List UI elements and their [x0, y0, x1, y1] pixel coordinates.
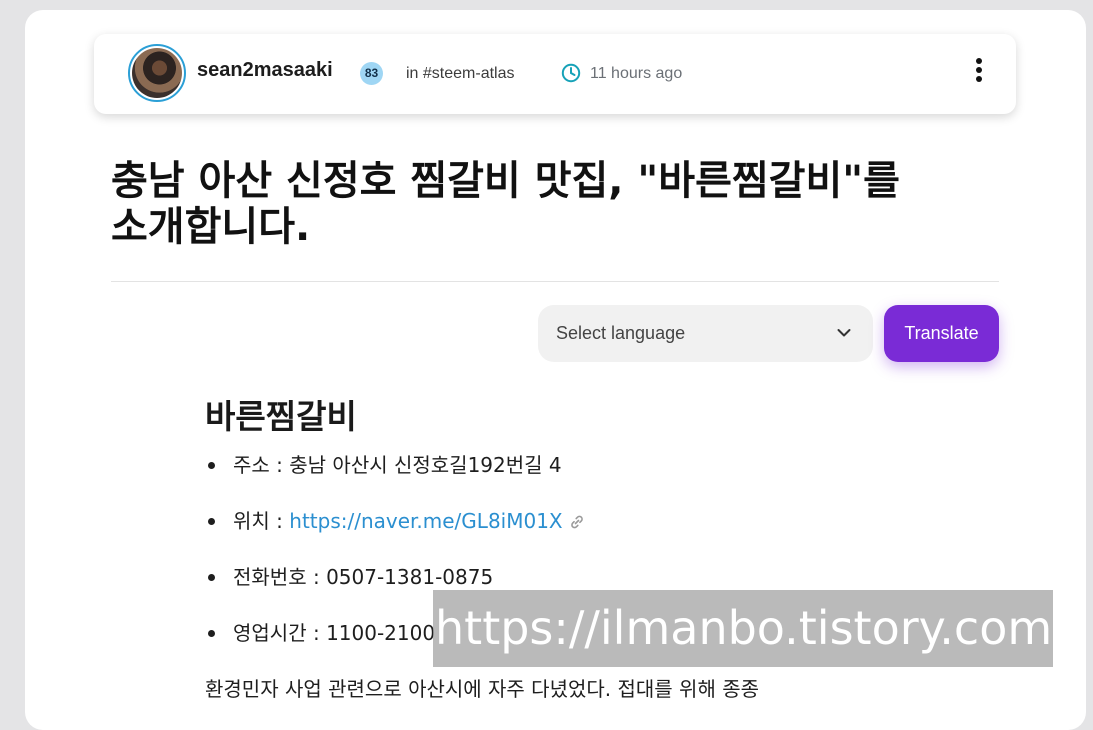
reputation-badge: 83 [360, 62, 383, 85]
translate-button[interactable]: Translate [884, 305, 999, 362]
content-heading: 바른찜갈비 [205, 397, 357, 436]
link-icon [570, 515, 583, 529]
bullet [208, 574, 215, 581]
author-bar: sean2masaaki 83 in #steem-atlas 11 hours… [94, 34, 1016, 114]
language-select[interactable]: Select language [538, 305, 873, 362]
item-label: 영업시간 : [233, 621, 327, 645]
item-label: 주소 : [233, 453, 290, 477]
title-divider [111, 281, 999, 282]
watermark-overlay: https://ilmanbo.tistory.com [433, 590, 1053, 667]
body-paragraph: 환경민자 사업 관련으로 아산시에 자주 다녔었다. 접대를 위해 종종 [205, 677, 760, 701]
bullet [208, 518, 215, 525]
post-title: 충남 아산 신정호 찜갈비 맛집, "바른찜갈비"를 소개합니다. [111, 158, 900, 250]
more-vertical-icon[interactable] [968, 56, 990, 86]
item-value: 1100-2100 [326, 621, 436, 645]
author-name[interactable]: sean2masaaki [197, 59, 333, 82]
avatar-image [132, 48, 182, 98]
chevron-down-icon [837, 329, 851, 337]
list-item-address: 주소 : 충남 아산시 신정호길192번길 4 [205, 450, 585, 506]
avatar[interactable] [128, 44, 186, 102]
community-link[interactable]: in #steem-atlas [406, 65, 515, 83]
list-item-location: 위치 : https://naver.me/GL8iM01X [205, 506, 585, 562]
language-select-label: Select language [556, 323, 686, 343]
location-link[interactable]: https://naver.me/GL8iM01X [289, 509, 562, 533]
clock-icon [561, 63, 581, 83]
bullet [208, 630, 215, 637]
bullet [208, 462, 215, 469]
post-timestamp: 11 hours ago [590, 65, 683, 82]
item-label: 위치 : [233, 509, 290, 533]
item-value: 충남 아산시 신정호길192번길 4 [289, 453, 562, 477]
item-value: 0507-1381-0875 [326, 565, 494, 589]
item-label: 전화번호 : [233, 565, 327, 589]
